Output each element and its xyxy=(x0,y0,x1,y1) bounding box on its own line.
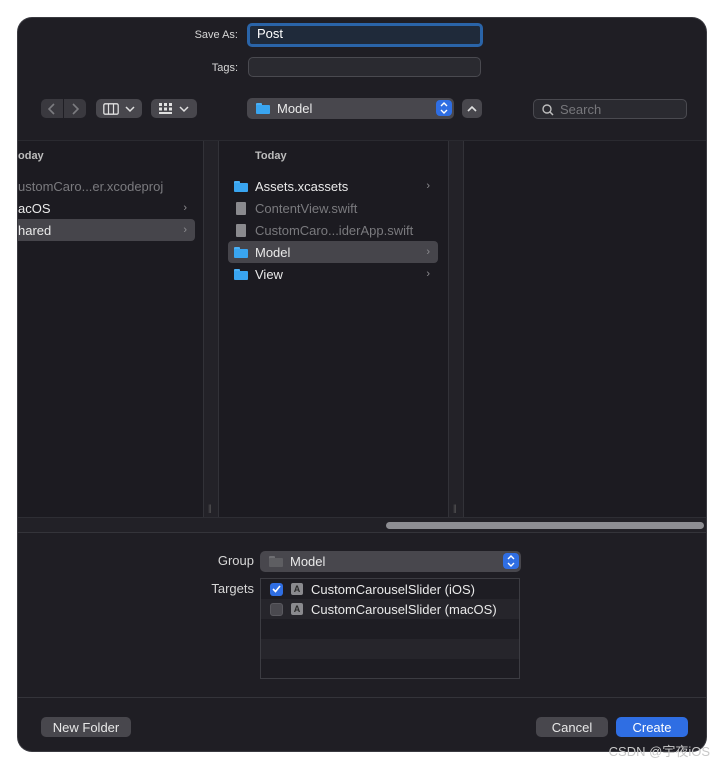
list-item[interactable]: ContentView.swift xyxy=(228,197,438,219)
item-label: hared xyxy=(18,222,52,238)
back-button[interactable] xyxy=(41,99,63,118)
item-label: View xyxy=(255,266,283,282)
chevron-right-icon xyxy=(72,102,79,115)
list-item[interactable]: acOS › xyxy=(18,197,195,219)
search-placeholder: Search xyxy=(560,102,602,117)
swift-file-icon xyxy=(236,201,246,215)
list-item[interactable]: CustomCaro...iderApp.swift xyxy=(228,219,438,241)
chevron-down-icon xyxy=(179,105,189,112)
folder-icon xyxy=(269,556,283,567)
save-as-label: Save As: xyxy=(194,29,238,41)
target-label: CustomCarouselSlider (macOS) xyxy=(311,601,497,617)
chevron-left-icon xyxy=(48,102,55,115)
watermark: CSDN @宇夜iOS xyxy=(608,744,710,759)
target-label: CustomCarouselSlider (iOS) xyxy=(311,581,475,597)
group-mode-button[interactable] xyxy=(151,99,197,118)
checkbox-checked[interactable] xyxy=(270,582,283,596)
divider xyxy=(18,532,706,533)
view-mode-button[interactable] xyxy=(96,99,142,118)
target-row-empty xyxy=(261,619,519,639)
group-value: Model xyxy=(290,554,326,569)
chevron-up-icon xyxy=(467,105,477,112)
tags-label: Tags: xyxy=(211,62,238,74)
create-button[interactable]: Create xyxy=(616,717,688,737)
forward-button[interactable] xyxy=(64,99,86,118)
list-item[interactable]: Model › xyxy=(228,241,438,263)
column-header: oday xyxy=(18,150,44,162)
folder-icon xyxy=(234,180,248,192)
grid-group-icon xyxy=(159,102,172,114)
item-label: ContentView.swift xyxy=(255,200,358,216)
search-field[interactable]: Search xyxy=(533,99,687,119)
column-header: Today xyxy=(255,150,287,162)
folder-icon xyxy=(234,246,248,258)
new-folder-button[interactable]: New Folder xyxy=(41,717,131,737)
group-popup[interactable]: Model xyxy=(260,551,521,572)
chevron-right-icon: › xyxy=(426,246,430,258)
swift-file-icon xyxy=(236,223,246,237)
target-row-empty xyxy=(261,659,519,679)
folder-icon xyxy=(234,268,248,280)
chevron-right-icon: › xyxy=(183,202,187,214)
item-label: CustomCaro...iderApp.swift xyxy=(255,222,414,238)
columns-view-icon xyxy=(103,102,119,115)
list-item[interactable]: View › xyxy=(228,263,438,285)
targets-label: Targets xyxy=(211,581,254,596)
column-resize-handle[interactable]: || xyxy=(448,141,464,517)
horizontal-scrollbar[interactable] xyxy=(18,517,706,532)
list-item[interactable]: Assets.xcassets › xyxy=(228,175,438,197)
group-label: Group xyxy=(217,553,254,568)
app-target-icon: A xyxy=(291,603,303,615)
tags-field[interactable] xyxy=(248,57,481,77)
popup-stepper-icon xyxy=(503,553,519,569)
popup-stepper-icon xyxy=(436,100,452,116)
search-icon xyxy=(542,104,554,116)
column-browser: oday ustomCaro...er.xcodeproj acOS › har… xyxy=(18,140,706,533)
browser-column-2: Today Assets.xcassets › ContentView.swif… xyxy=(218,141,448,517)
app-target-icon: A xyxy=(291,583,303,595)
chevron-right-icon: › xyxy=(426,180,430,192)
scrollbar-thumb[interactable] xyxy=(386,522,704,529)
browser-column-3 xyxy=(463,141,706,517)
divider xyxy=(18,697,706,698)
location-label: Model xyxy=(277,101,313,116)
checkbox-unchecked[interactable] xyxy=(270,602,283,616)
list-item[interactable]: ustomCaro...er.xcodeproj xyxy=(18,175,195,197)
column-resize-handle[interactable]: || xyxy=(203,141,219,517)
location-popup[interactable]: Model xyxy=(247,98,454,119)
item-label: acOS xyxy=(18,200,51,216)
list-item[interactable]: hared › xyxy=(18,219,195,241)
item-label: Assets.xcassets xyxy=(255,178,349,194)
save-dialog: Save As: Post Tags: Model Search oday us… xyxy=(18,18,706,751)
expand-button[interactable] xyxy=(462,99,482,118)
targets-list: A CustomCarouselSlider (iOS) A CustomCar… xyxy=(260,578,520,679)
target-row-empty xyxy=(261,639,519,659)
folder-icon xyxy=(256,103,270,114)
chevron-right-icon: › xyxy=(183,224,187,236)
item-label: Model xyxy=(255,244,291,260)
browser-column-1: oday ustomCaro...er.xcodeproj acOS › har… xyxy=(18,141,203,517)
chevron-down-icon xyxy=(125,105,135,112)
item-label: ustomCaro...er.xcodeproj xyxy=(18,178,164,194)
target-row[interactable]: A CustomCarouselSlider (macOS) xyxy=(261,599,519,619)
chevron-right-icon: › xyxy=(426,268,430,280)
target-row[interactable]: A CustomCarouselSlider (iOS) xyxy=(261,579,519,599)
save-as-field[interactable]: Post xyxy=(247,23,483,47)
cancel-button[interactable]: Cancel xyxy=(536,717,608,737)
